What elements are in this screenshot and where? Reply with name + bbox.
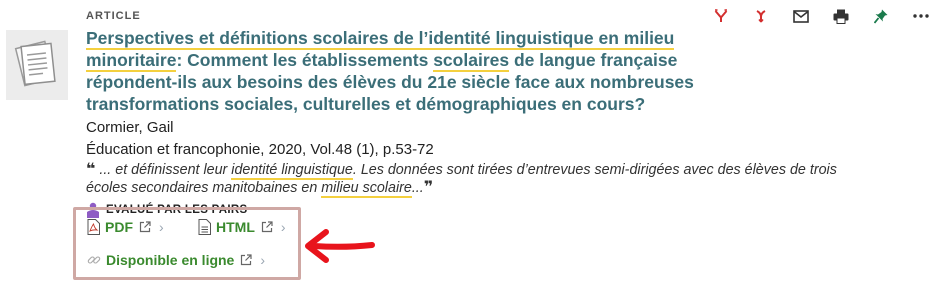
chevron-right-icon: › <box>280 219 286 235</box>
chevron-right-icon: › <box>260 252 266 268</box>
available-online-label: Disponible en ligne <box>106 252 235 268</box>
cite-icon[interactable] <box>706 8 736 24</box>
snippet-highlight: milieu scolaire <box>321 180 412 198</box>
author: Cormier, Gail <box>86 119 174 136</box>
publication-source: Éducation et francophonie, 2020, Vol.48 … <box>86 141 434 158</box>
availability-links-box: PDF › HTML › Disponible en ligne › <box>73 207 301 280</box>
html-file-icon <box>198 219 211 235</box>
more-icon[interactable] <box>906 8 936 24</box>
resource-type-label: ARTICLE <box>86 10 141 22</box>
available-online-link[interactable]: Disponible en ligne › <box>87 252 265 268</box>
external-link-icon <box>241 254 252 266</box>
result-actions <box>706 8 937 24</box>
external-link-icon <box>139 221 151 233</box>
pin-icon[interactable] <box>866 8 896 24</box>
cite-alt-icon[interactable] <box>746 8 776 24</box>
result-item: ARTICLE Perspectives et définitions scol… <box>86 8 837 218</box>
pdf-file-icon <box>87 219 100 235</box>
snippet: ❝ ... et définissent leur identité lingu… <box>86 161 876 198</box>
email-icon[interactable] <box>786 8 816 24</box>
snippet-text: ... <box>411 180 424 196</box>
result-title-link[interactable]: Perspectives et définitions scolaires de… <box>86 27 766 115</box>
snippet-highlight: identité linguistique <box>231 162 353 180</box>
title-part: Comment les établissements <box>182 50 434 70</box>
print-icon[interactable] <box>826 8 856 24</box>
annotation-arrow-icon <box>305 229 375 263</box>
pdf-link[interactable]: PDF › <box>87 219 164 235</box>
link-chain-icon <box>87 256 101 264</box>
title-part: scolaires <box>433 50 510 72</box>
document-stack-icon <box>14 40 56 87</box>
close-quote-icon: ❞ <box>423 179 434 196</box>
html-link[interactable]: HTML › <box>198 219 286 235</box>
html-link-label: HTML <box>216 219 255 235</box>
pdf-link-label: PDF <box>105 219 133 235</box>
external-link-icon <box>261 221 273 233</box>
article-thumbnail <box>6 30 68 100</box>
open-quote-icon: ❝ <box>86 161 96 178</box>
snippet-text: ... et définissent leur <box>95 162 232 178</box>
chevron-right-icon: › <box>159 219 164 235</box>
